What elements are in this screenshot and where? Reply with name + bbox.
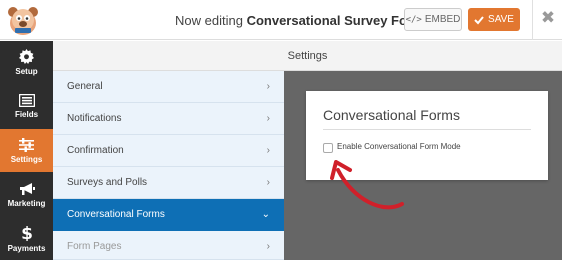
gear-icon bbox=[19, 49, 34, 64]
nav-item-marketing[interactable]: Marketing bbox=[0, 173, 53, 216]
settings-item-label: Form Pages bbox=[67, 241, 122, 252]
dollar-icon: $ bbox=[21, 225, 33, 241]
nav-item-setup[interactable]: Setup bbox=[0, 41, 53, 84]
nav-label-settings: Settings bbox=[10, 154, 43, 164]
nav-label-fields: Fields bbox=[14, 110, 39, 119]
chevron-right-icon: › bbox=[266, 177, 270, 188]
save-button-label: SAVE bbox=[488, 14, 514, 25]
top-bar: Now editing Conversational Survey Form <… bbox=[0, 0, 562, 40]
panel-title: Conversational Forms bbox=[323, 107, 460, 123]
megaphone-icon bbox=[19, 182, 35, 195]
save-button[interactable]: SAVE bbox=[468, 8, 520, 31]
settings-item-label: General bbox=[67, 81, 103, 92]
annotation-arrow-icon bbox=[330, 160, 404, 210]
chevron-right-icon: › bbox=[266, 241, 270, 252]
sliders-icon bbox=[19, 137, 34, 152]
svg-text:$: $ bbox=[21, 225, 33, 241]
embed-button-label: EMBED bbox=[424, 14, 461, 25]
settings-heading: Settings bbox=[53, 41, 562, 71]
chevron-right-icon: › bbox=[266, 81, 270, 92]
enable-conversational-mode-checkbox[interactable] bbox=[323, 143, 333, 153]
wpforms-logo-icon bbox=[6, 3, 40, 37]
settings-item-conversational-forms[interactable]: Conversational Forms ⌄ bbox=[53, 199, 284, 231]
chevron-down-icon: ⌄ bbox=[261, 209, 270, 220]
close-icon[interactable]: ✖ bbox=[538, 8, 558, 30]
settings-item-label: Notifications bbox=[67, 113, 122, 124]
nav-item-payments[interactable]: $ Payments bbox=[0, 217, 53, 260]
settings-section-list: General › Notifications › Confirmation ›… bbox=[53, 71, 284, 260]
panel-divider bbox=[323, 129, 531, 130]
header-divider bbox=[532, 0, 533, 40]
title-prefix: Now editing bbox=[175, 13, 243, 28]
nav-label-payments: Payments bbox=[7, 243, 46, 253]
left-nav: Setup Fields Settings Marketing $ Paymen… bbox=[0, 41, 53, 260]
page-title: Now editing Conversational Survey Form bbox=[175, 13, 424, 28]
checkmark-icon bbox=[474, 15, 484, 24]
fields-list-icon bbox=[18, 94, 35, 107]
chevron-right-icon: › bbox=[266, 145, 270, 156]
chevron-right-icon: › bbox=[266, 113, 270, 124]
enable-conversational-mode-label[interactable]: Enable Conversational Form Mode bbox=[337, 142, 461, 151]
settings-item-label: Confirmation bbox=[67, 145, 124, 156]
form-name: Conversational Survey Form bbox=[246, 13, 424, 28]
settings-item-confirmation[interactable]: Confirmation › bbox=[53, 135, 284, 167]
settings-item-label: Conversational Forms bbox=[67, 209, 165, 220]
nav-label-setup: Setup bbox=[15, 67, 38, 76]
settings-item-form-pages[interactable]: Form Pages › bbox=[53, 231, 284, 260]
settings-item-label: Surveys and Polls bbox=[67, 177, 148, 188]
code-icon: </> bbox=[405, 14, 422, 25]
nav-label-marketing: Marketing bbox=[7, 198, 46, 208]
settings-item-notifications[interactable]: Notifications › bbox=[53, 103, 284, 135]
settings-item-surveys-polls[interactable]: Surveys and Polls › bbox=[53, 167, 284, 199]
nav-item-settings[interactable]: Settings bbox=[0, 129, 53, 172]
embed-button[interactable]: </> EMBED bbox=[404, 8, 462, 31]
settings-item-general[interactable]: General › bbox=[53, 71, 284, 103]
nav-item-fields[interactable]: Fields bbox=[0, 85, 53, 128]
